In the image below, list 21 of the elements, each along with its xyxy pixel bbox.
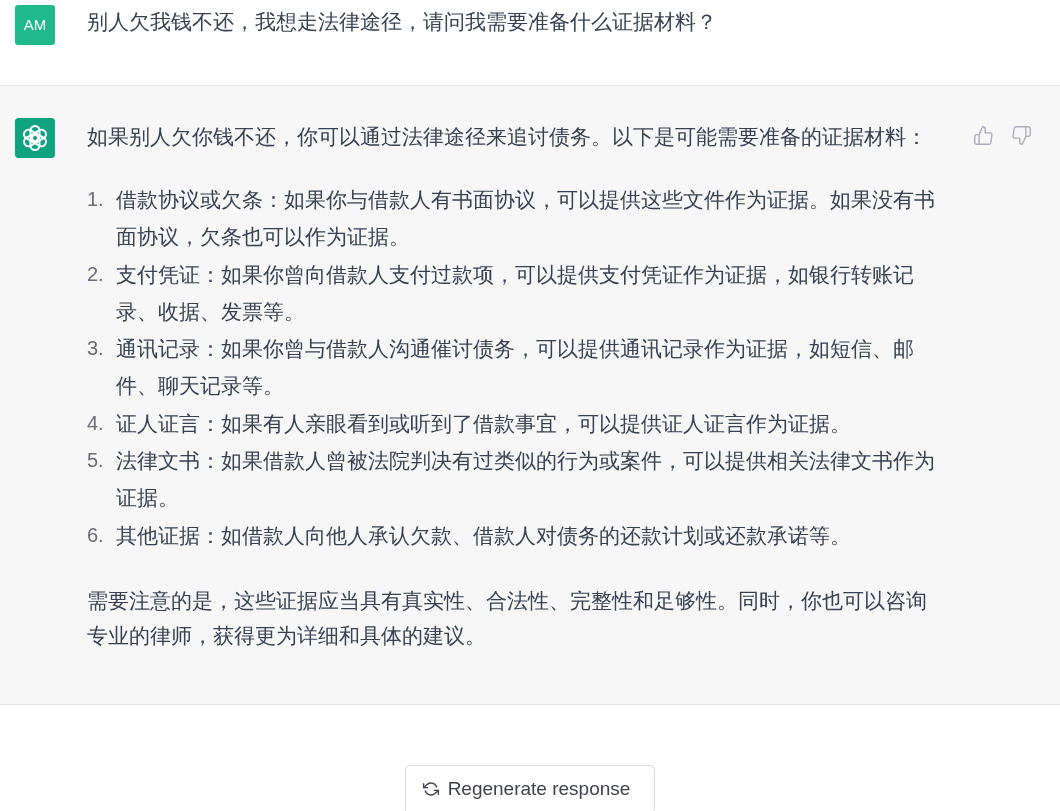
list-item-text: 法律文书：如果借款人曾被法院判决有过类似的行为或案件，可以提供相关法律文书作为证据。 [116,448,936,512]
list-item-text: 支付凭证：如果你曾向借款人支付过款项，可以提供支付凭证作为证据，如银行转账记录、收据、发票等。 [116,261,915,325]
logo-icon [15,118,55,158]
list-number: 3. [87,336,105,362]
list-number: 6. [87,522,105,548]
list-number: 1. [87,187,105,212]
list-number: 4. [87,410,105,436]
message-text: 需要注意的是，这些证据应当具有真实性、合法性、完整性和足够性。同时，你也可以咨询专业的律师，获得更为详细和具体的建议。 [87,587,928,649]
list-item-text: 其他证据：如借款人向他人承认欠款、借款人对债务的还款计划或还款承诺等。 [116,522,852,549]
list-item-text: 证人证言：如果有人亲眼看到或听到了借款事宜，可以提供证人证言作为证据。 [116,410,852,437]
thumbs-down-icon[interactable] [1011,125,1032,146]
list-number: 2. [87,261,105,287]
message-text: 如果别人欠你钱不还，你可以通过法律途径来追讨债务。以下是可能需要准备的证据材料： [87,124,928,150]
list-item-text: 借款协议或欠条：如果你与借款人有书面协议，可以提供这些文件作为证据。如果没有书面协议，欠条也可以作为证据。 [116,187,936,251]
regenerate-button[interactable]: Regenerate response [404,764,656,811]
message-text: 别人欠我钱不还，我想走法律途径，请问我需要准备什么证据材料？ [87,9,718,35]
user-avatar: AM [15,5,55,45]
list-item-text: 通讯记录：如果你曾与借款人沟通催讨债务，可以提供通讯记录作为证据，如短信、邮件、聊天记录等。 [116,336,915,400]
thumbs-up-icon[interactable] [973,125,994,146]
list-number: 5. [87,448,105,474]
refresh-icon [422,781,439,798]
